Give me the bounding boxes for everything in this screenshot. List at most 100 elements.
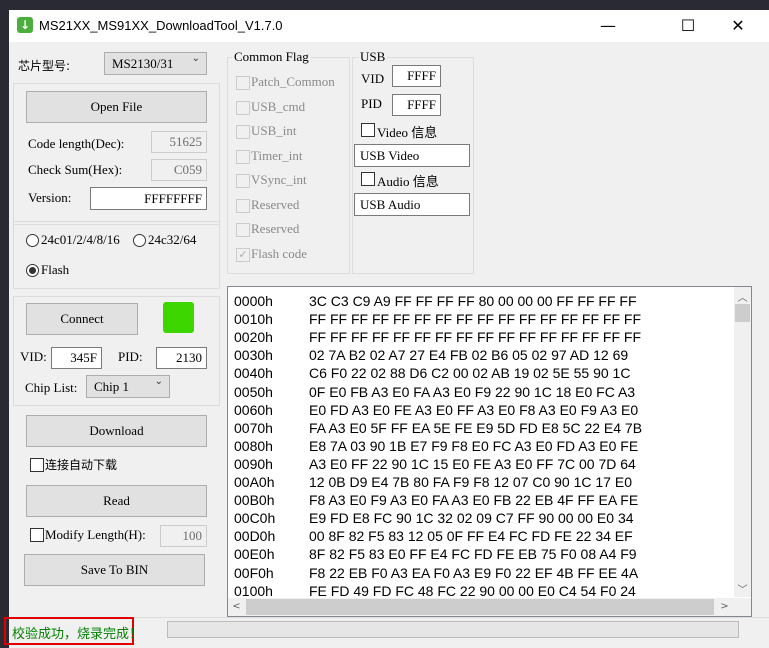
usb-vid-field[interactable]: FFFF bbox=[392, 65, 441, 87]
chip-type-value: MS2130/31 bbox=[112, 56, 174, 71]
audio-info-checkbox[interactable] bbox=[361, 172, 375, 186]
hex-address: 00F0h bbox=[234, 564, 274, 581]
download-button[interactable]: Download bbox=[26, 415, 207, 447]
hex-address: 0050h bbox=[234, 383, 273, 400]
horizontal-scrollbar[interactable]: < > bbox=[228, 598, 751, 616]
progress-bar bbox=[167, 621, 739, 638]
hex-bytes: FE FD 49 FD FC 48 FC 22 90 00 00 E0 C4 5… bbox=[309, 582, 636, 599]
hex-row: 0040h C6 F0 22 02 88 D6 C2 00 02 AB 19 02… bbox=[234, 364, 630, 382]
flag-label: Reserved bbox=[251, 196, 300, 212]
hex-row: 0020h FF FF FF FF FF FF FF FF FF FF FF FF… bbox=[234, 328, 641, 346]
scroll-right-icon[interactable]: > bbox=[716, 601, 733, 612]
hex-address: 00C0h bbox=[234, 510, 276, 527]
window-title: MS21XX_MS91XX_DownloadTool_V1.7.0 bbox=[39, 18, 283, 33]
scroll-left-icon[interactable]: < bbox=[228, 601, 245, 612]
flag-checkbox: ✓ bbox=[236, 247, 250, 262]
hex-address: 0040h bbox=[234, 365, 273, 382]
flag-checkbox bbox=[236, 198, 250, 213]
horizontal-scroll-thumb[interactable] bbox=[246, 599, 714, 615]
hex-row: 0030h 02 7A B2 02 A7 27 E4 FB 02 B6 05 02… bbox=[234, 346, 628, 364]
usb-pid-field[interactable]: FFFF bbox=[392, 94, 441, 116]
modify-length-field: 100 bbox=[160, 525, 207, 547]
hex-bytes: E9 FD E8 FC 90 1C 32 02 09 C7 FF 90 00 0… bbox=[309, 510, 634, 527]
pid-field[interactable]: 2130 bbox=[156, 347, 207, 369]
vid-field[interactable]: 345F bbox=[51, 347, 102, 369]
hex-address: 0090h bbox=[234, 455, 273, 472]
chip-list-select[interactable]: Chip 1 ⌄ bbox=[86, 375, 170, 398]
pid-label: PID: bbox=[118, 349, 143, 364]
vid-label: VID: bbox=[20, 349, 47, 364]
hex-row: 0090h A3 E0 FF 22 90 1C 15 E0 FE A3 E0 FF… bbox=[234, 455, 636, 473]
hex-address: 00A0h bbox=[234, 474, 275, 490]
hex-bytes: 02 7A B2 02 A7 27 E4 FB 02 B6 05 02 97 A… bbox=[309, 347, 629, 364]
save-to-bin-button[interactable]: Save To BIN bbox=[24, 554, 205, 586]
radio-flash-label: Flash bbox=[41, 262, 70, 277]
hex-row: 0070h FA A3 E0 5F FF EA 5E FE E9 5D FD E8… bbox=[234, 419, 642, 437]
hex-viewer[interactable]: 0000h 3C C3 C9 A9 FF FF FF FF 80 00 00 00… bbox=[227, 286, 752, 617]
version-field[interactable]: FFFFFFFF bbox=[90, 187, 207, 210]
modify-length-label: Modify Length(H): bbox=[45, 527, 146, 542]
status-message: 校验成功，烧录完成！ bbox=[12, 627, 143, 642]
chip-list-label: Chip List: bbox=[25, 380, 78, 395]
maximize-icon[interactable]: ☐ bbox=[665, 10, 711, 42]
modify-length-checkbox[interactable] bbox=[30, 528, 44, 542]
usb-vid-label: VID bbox=[361, 71, 385, 86]
hex-address: 0080h bbox=[234, 437, 273, 454]
hex-address: 0070h bbox=[234, 419, 273, 436]
hex-bytes: 12 0B D9 E4 7B 80 FA F9 F8 12 07 C0 90 1… bbox=[309, 474, 632, 490]
close-icon[interactable]: ✕ bbox=[715, 10, 761, 42]
scroll-up-icon[interactable]: ︿ bbox=[734, 289, 751, 304]
scroll-down-icon[interactable]: ﹀ bbox=[734, 581, 751, 596]
hex-row: 0000h 3C C3 C9 A9 FF FF FF FF 80 00 00 00… bbox=[234, 292, 637, 310]
download-arrow-icon: ↓ bbox=[17, 17, 33, 33]
hex-row: 0050h 0F E0 FB A3 E0 FA A3 E0 F9 22 90 1C… bbox=[234, 383, 635, 401]
connect-button[interactable]: Connect bbox=[26, 303, 138, 335]
hex-bytes: 0F E0 FB A3 E0 FA A3 E0 F9 22 90 1C 18 E… bbox=[309, 383, 636, 400]
chip-type-select[interactable]: MS2130/31 ⌄ bbox=[104, 52, 207, 75]
flag-checkbox bbox=[236, 149, 250, 164]
hex-bytes: E8 7A 03 90 1B E7 F9 F8 E0 FC A3 E0 FD A… bbox=[309, 437, 639, 454]
vertical-scroll-thumb[interactable] bbox=[735, 304, 750, 322]
chip-type-label: 芯片型号: bbox=[18, 59, 71, 73]
hex-row: 00D0h 00 8F 82 F5 83 12 05 0F FF E4 FC FD… bbox=[234, 527, 633, 545]
flag-label: Patch_Common bbox=[251, 74, 335, 89]
usb-audio-name-field[interactable]: USB Audio bbox=[354, 193, 470, 216]
usb-video-name-field[interactable]: USB Video bbox=[354, 144, 470, 167]
hex-address: 0100h bbox=[234, 582, 273, 599]
radio-24c32-label: 24c32/64 bbox=[148, 232, 197, 247]
flag-checkbox bbox=[236, 125, 250, 139]
video-info-checkbox[interactable] bbox=[361, 123, 375, 137]
radio-flash[interactable] bbox=[26, 264, 39, 277]
flag-label: Flash code bbox=[251, 245, 307, 261]
status-bar: 校验成功，烧录完成！ bbox=[4, 617, 769, 645]
flag-label: VSync_int bbox=[251, 172, 307, 187]
hex-bytes: 8F 82 F5 83 E0 FF E4 FC FD FE EB 75 F0 0… bbox=[309, 546, 637, 563]
hex-row: 00C0h E9 FD E8 FC 90 1C 32 02 09 C7 FF 90… bbox=[234, 509, 634, 527]
hex-address: 0000h bbox=[234, 293, 273, 309]
radio-24c32[interactable] bbox=[133, 234, 146, 247]
read-button[interactable]: Read bbox=[26, 485, 207, 517]
hex-row: 0080h E8 7A 03 90 1B E7 F9 F8 E0 FC A3 E0… bbox=[234, 437, 638, 455]
hex-row: 0060h E0 FD A3 E0 FE A3 E0 FF A3 E0 F8 A3… bbox=[234, 401, 638, 419]
app-window: ↓ MS21XX_MS91XX_DownloadTool_V1.7.0 — ☐ … bbox=[4, 10, 769, 648]
flag-checkbox bbox=[236, 223, 250, 237]
minimize-icon[interactable]: — bbox=[585, 10, 631, 42]
radio-24c01-label: 24c01/2/4/8/16 bbox=[41, 232, 120, 247]
usb-title: USB bbox=[358, 49, 388, 65]
hex-bytes: 00 8F 82 F5 83 12 05 0F FF E4 FC FD FE 2… bbox=[309, 528, 633, 545]
hex-address: 0020h bbox=[234, 329, 273, 346]
usb-pid-label: PID bbox=[361, 96, 382, 111]
hex-address: 0060h bbox=[234, 401, 273, 418]
radio-24c01[interactable] bbox=[26, 234, 39, 247]
hex-address: 0030h bbox=[234, 347, 273, 364]
chevron-down-icon: ⌄ bbox=[154, 376, 163, 387]
hex-address: 00B0h bbox=[234, 492, 275, 509]
title-bar: ↓ MS21XX_MS91XX_DownloadTool_V1.7.0 — ☐ … bbox=[9, 10, 769, 42]
hex-bytes: F8 22 EB F0 A3 EA F0 A3 E9 F0 22 EF 4B F… bbox=[309, 564, 639, 581]
vertical-scrollbar[interactable]: ︿ ﹀ bbox=[734, 287, 751, 597]
flag-label: USB_int bbox=[251, 123, 297, 138]
hex-address: 00D0h bbox=[234, 528, 276, 545]
hex-row: 00F0h F8 22 EB F0 A3 EA F0 A3 E9 F0 22 EF… bbox=[234, 564, 638, 582]
auto-download-checkbox[interactable] bbox=[30, 458, 44, 472]
open-file-button[interactable]: Open File bbox=[26, 91, 207, 123]
